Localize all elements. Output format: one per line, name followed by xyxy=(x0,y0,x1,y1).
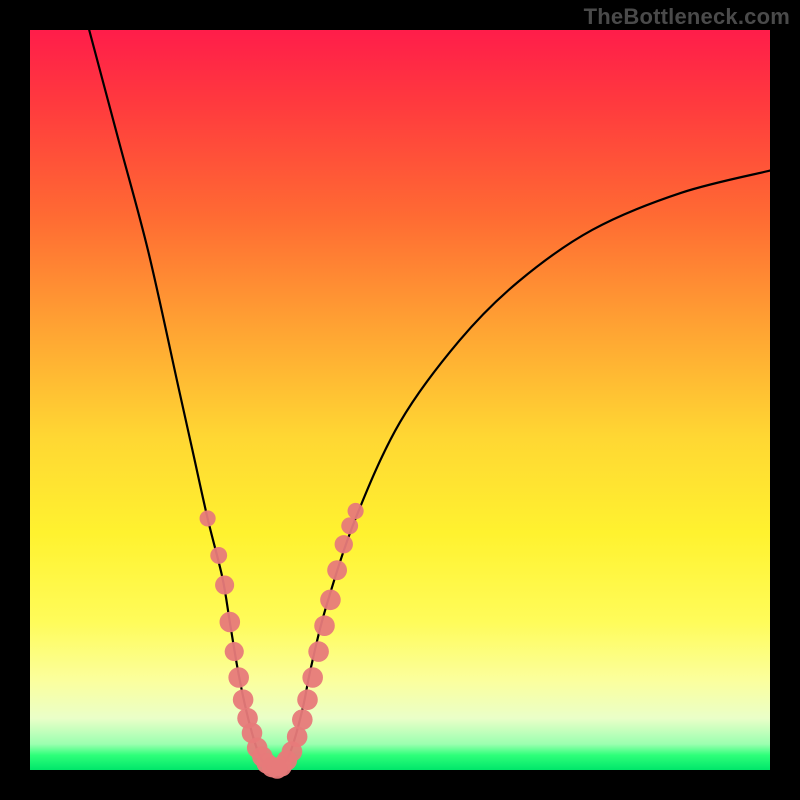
data-point xyxy=(215,575,234,594)
data-point xyxy=(335,535,353,553)
data-point xyxy=(200,510,216,526)
data-point xyxy=(292,709,313,730)
data-point xyxy=(220,612,241,633)
data-point xyxy=(225,642,244,661)
data-point xyxy=(348,503,364,519)
data-point xyxy=(314,615,335,636)
data-point xyxy=(302,667,323,688)
watermark-text: TheBottleneck.com xyxy=(584,4,790,30)
data-point xyxy=(308,641,329,662)
chart-frame: TheBottleneck.com xyxy=(0,0,800,800)
markers-left xyxy=(200,510,288,778)
data-point xyxy=(228,667,249,688)
plot-area xyxy=(30,30,770,770)
data-point xyxy=(210,547,227,564)
data-point xyxy=(297,689,318,710)
data-point xyxy=(341,517,358,534)
chart-overlay xyxy=(30,30,770,770)
data-point xyxy=(320,590,341,611)
data-point xyxy=(233,689,254,710)
data-point xyxy=(327,560,347,580)
bottleneck-curve xyxy=(89,30,770,770)
